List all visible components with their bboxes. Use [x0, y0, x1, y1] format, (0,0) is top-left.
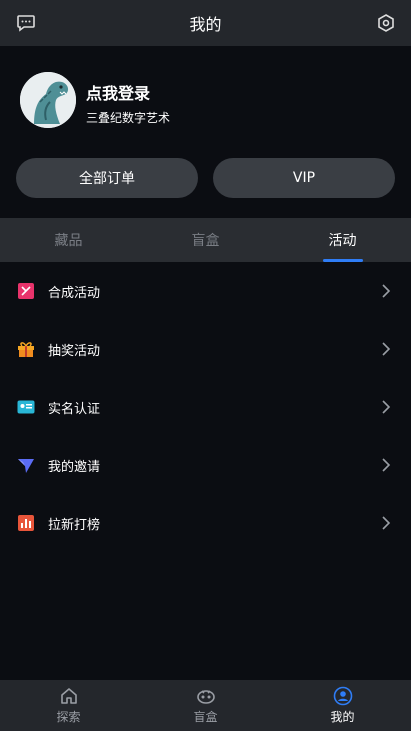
- home-icon: [60, 688, 77, 704]
- nav-explore[interactable]: 探索: [0, 680, 137, 731]
- gift-icon: [18, 342, 34, 357]
- chat-bubble-icon[interactable]: [16, 13, 36, 33]
- tab-collections[interactable]: 藏品: [0, 218, 137, 262]
- activity-menu: 合成活动 抽奖活动 实名认证 我的邀请 拉新打榜: [0, 262, 411, 552]
- bottom-nav: 探索 盲盒 我的: [0, 680, 411, 731]
- menu-item-label: 拉新打榜: [48, 517, 101, 533]
- dinosaur-avatar[interactable]: [20, 72, 76, 128]
- menu-item-merge[interactable]: 合成活动: [0, 262, 411, 320]
- menu-item-lottery[interactable]: 抽奖活动: [0, 320, 411, 378]
- user-icon: [333, 686, 352, 706]
- nav-label: 盲盒: [193, 710, 218, 724]
- nav-blindbox[interactable]: 盲盒: [137, 680, 274, 731]
- id-card-icon: [17, 400, 35, 414]
- merge-icon: [18, 283, 34, 299]
- profile-subtitle: 三叠纪数字艺术: [86, 111, 171, 125]
- tab-bar: 藏品 盲盒 活动: [0, 218, 411, 262]
- menu-item-invite[interactable]: 我的邀请: [0, 436, 411, 494]
- menu-item-ranking[interactable]: 拉新打榜: [0, 494, 411, 552]
- top-bar: 我的: [0, 0, 411, 46]
- profile-section: 点我登录 三叠纪数字艺术 全部订单 VIP: [0, 46, 411, 218]
- vip-button[interactable]: VIP: [213, 158, 395, 198]
- settings-hexagon-icon[interactable]: [377, 14, 395, 32]
- menu-item-verification[interactable]: 实名认证: [0, 378, 411, 436]
- tab-activities[interactable]: 活动: [274, 218, 411, 262]
- all-orders-button[interactable]: 全部订单: [16, 158, 198, 198]
- menu-item-label: 我的邀请: [48, 459, 101, 475]
- menu-item-label: 实名认证: [48, 401, 101, 417]
- nav-label: 我的: [330, 710, 355, 724]
- blindbox-icon: [196, 690, 215, 704]
- nav-label: 探索: [56, 710, 81, 724]
- chevron-right-icon: [382, 400, 391, 414]
- paper-plane-icon: [18, 459, 34, 473]
- page-title: 我的: [189, 15, 222, 34]
- chevron-right-icon: [382, 284, 391, 298]
- menu-item-label: 合成活动: [48, 285, 101, 301]
- menu-item-label: 抽奖活动: [48, 343, 101, 359]
- bar-chart-icon: [18, 515, 34, 531]
- chevron-right-icon: [382, 342, 391, 356]
- chevron-right-icon: [382, 516, 391, 530]
- tab-blindbox[interactable]: 盲盒: [137, 218, 274, 262]
- login-link[interactable]: 点我登录: [86, 80, 150, 104]
- chevron-right-icon: [382, 458, 391, 472]
- nav-mine[interactable]: 我的: [274, 680, 411, 731]
